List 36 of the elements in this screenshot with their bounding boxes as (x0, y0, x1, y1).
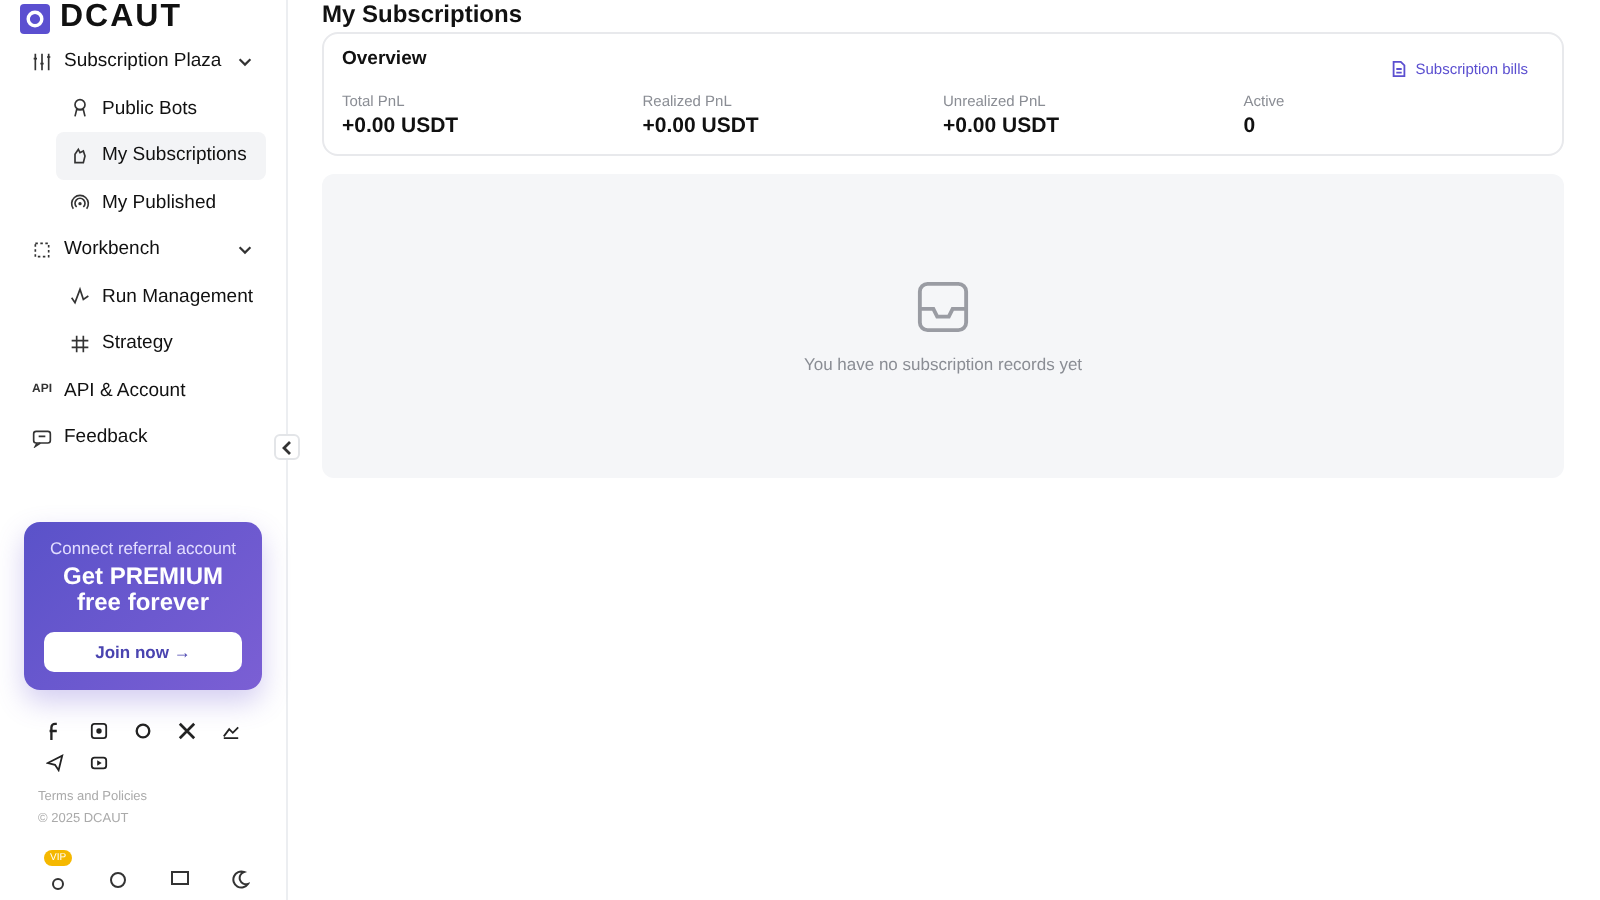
join-button[interactable]: Join now → (44, 631, 242, 671)
page-title: My Subscriptions (322, 0, 525, 28)
nav-item[interactable]: My Subscriptions (56, 132, 266, 179)
chevron-left-icon (279, 439, 295, 455)
inbox-icon (916, 279, 970, 333)
document-icon (1389, 60, 1408, 78)
nav-item[interactable]: Workbench (20, 226, 266, 273)
empty-message: You have no subscription records yet (803, 353, 1083, 373)
telegram-icon[interactable] (45, 753, 64, 771)
stat-value: +0.00 USDT (642, 114, 761, 138)
nav-item[interactable]: Feedback (20, 414, 266, 461)
broadcast-icon (70, 192, 90, 213)
moon-icon[interactable] (229, 869, 250, 889)
logo-text: DCAUT (60, 2, 182, 34)
stat-value: +0.00 USDT (342, 114, 461, 138)
overview-title: Overview (342, 48, 427, 70)
x-icon[interactable] (178, 721, 197, 739)
nav-item[interactable]: Run Management (56, 273, 266, 320)
screen-icon[interactable] (169, 869, 190, 889)
sliders-icon (32, 51, 52, 72)
promo-subtitle: Connect referral account (49, 537, 237, 557)
wave-icon (70, 286, 90, 307)
nav-item[interactable]: Strategy (56, 320, 266, 367)
dashed-square-icon (32, 239, 52, 260)
nav-item[interactable]: My Published (56, 179, 266, 226)
grid-icon (70, 333, 90, 354)
stat-value: +0.00 USDT (943, 114, 1062, 138)
promo-title: Get PREMIUM free forever (62, 563, 223, 615)
stat-value: 0 (1243, 114, 1258, 138)
robot-icon (70, 98, 90, 119)
collapse-button[interactable] (274, 434, 300, 460)
chat-icon (32, 427, 52, 448)
chart-icon[interactable] (222, 721, 241, 739)
nav-item[interactable]: Public Bots (56, 85, 266, 132)
youtube-icon[interactable] (89, 753, 108, 771)
nav-item[interactable]: Subscription Plaza (20, 38, 266, 85)
